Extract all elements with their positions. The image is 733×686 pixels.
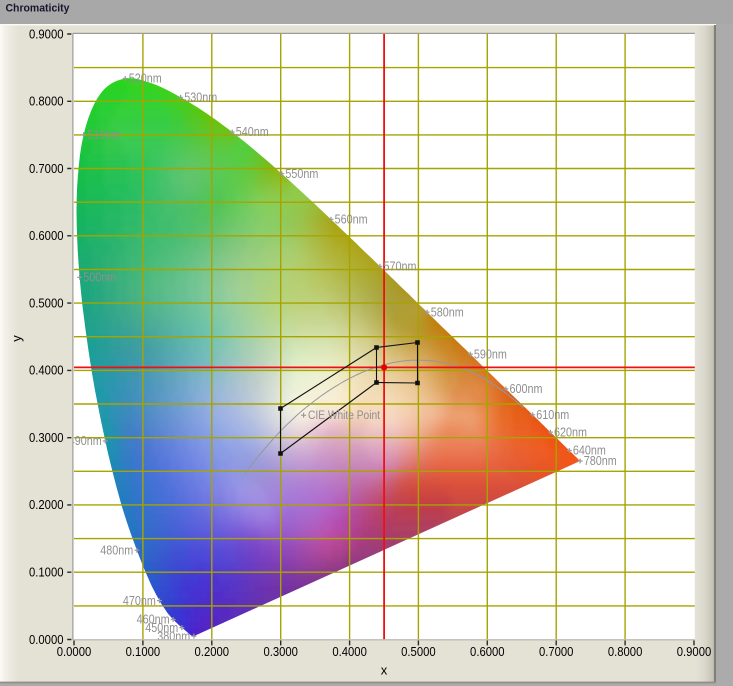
- svg-text:0.9000: 0.9000: [677, 644, 712, 659]
- svg-text:490nm: 490nm: [69, 434, 102, 448]
- svg-text:x: x: [381, 663, 388, 678]
- svg-text:470nm: 470nm: [123, 594, 156, 608]
- svg-text:0.7000: 0.7000: [29, 161, 64, 176]
- svg-text:780nm: 780nm: [584, 454, 617, 468]
- svg-text:580nm: 580nm: [431, 305, 464, 319]
- svg-text:550nm: 550nm: [285, 167, 318, 181]
- svg-text:610nm: 610nm: [536, 408, 569, 422]
- svg-text:0.2000: 0.2000: [195, 644, 230, 659]
- svg-text:0.1000: 0.1000: [29, 565, 64, 580]
- svg-text:0.6000: 0.6000: [470, 644, 505, 659]
- svg-text:0.1000: 0.1000: [126, 644, 161, 659]
- svg-text:540nm: 540nm: [236, 125, 269, 139]
- svg-text:510nm: 510nm: [87, 128, 120, 142]
- svg-text:620nm: 620nm: [554, 425, 587, 439]
- svg-text:0.4000: 0.4000: [29, 363, 64, 378]
- svg-text:0.8000: 0.8000: [29, 94, 64, 109]
- svg-text:Chromaticity: Chromaticity: [6, 3, 71, 15]
- svg-text:0.0000: 0.0000: [57, 644, 92, 659]
- svg-text:570nm: 570nm: [384, 260, 417, 274]
- svg-text:0.4000: 0.4000: [332, 644, 367, 659]
- svg-text:0.3000: 0.3000: [263, 644, 298, 659]
- svg-text:0.6000: 0.6000: [29, 228, 64, 243]
- svg-text:0.8000: 0.8000: [608, 644, 643, 659]
- svg-text:600nm: 600nm: [510, 382, 543, 396]
- svg-text:590nm: 590nm: [474, 347, 507, 361]
- svg-text:CIE White Point: CIE White Point: [308, 410, 381, 422]
- svg-text:0.9000: 0.9000: [29, 26, 64, 41]
- svg-text:480nm: 480nm: [100, 543, 133, 557]
- svg-text:560nm: 560nm: [335, 213, 368, 227]
- svg-text:0.7000: 0.7000: [539, 644, 574, 659]
- svg-text:520nm: 520nm: [129, 72, 162, 86]
- svg-text:y: y: [9, 335, 24, 342]
- svg-text:500nm: 500nm: [83, 271, 116, 285]
- svg-text:0.3000: 0.3000: [29, 430, 64, 445]
- svg-text:0.2000: 0.2000: [29, 497, 64, 512]
- svg-text:530nm: 530nm: [184, 91, 217, 105]
- svg-text:0.5000: 0.5000: [29, 295, 64, 310]
- svg-text:0.5000: 0.5000: [401, 644, 436, 659]
